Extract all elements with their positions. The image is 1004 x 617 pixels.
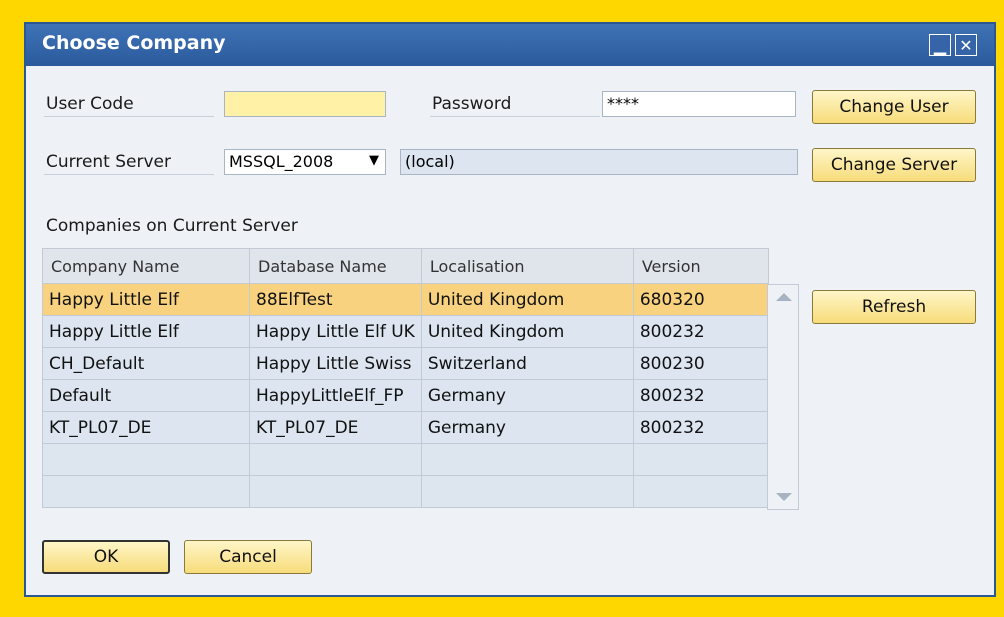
- cell-company-name: Happy Little Elf: [42, 283, 250, 316]
- cell-company-name: KT_PL07_DE: [42, 411, 250, 444]
- column-header[interactable]: Localisation: [420, 248, 634, 284]
- cell-version: 800232: [632, 315, 769, 348]
- refresh-button[interactable]: Refresh: [812, 290, 976, 324]
- cell-database-name: KT_PL07_DE: [249, 411, 422, 444]
- companies-section-label: Companies on Current Server: [46, 216, 298, 236]
- server-host-field: (local): [400, 149, 798, 175]
- cell-database-name: HappyLittleElf_FP: [249, 379, 422, 412]
- ok-button[interactable]: OK: [42, 540, 170, 574]
- close-icon[interactable]: ✕: [955, 34, 977, 56]
- cell-version: 800230: [632, 347, 769, 380]
- scroll-up-icon[interactable]: [776, 293, 792, 301]
- divider: [44, 174, 214, 175]
- divider: [430, 116, 600, 117]
- password-label: Password: [432, 94, 512, 114]
- table-row[interactable]: Happy Little Elf Happy Little Elf UK Uni…: [42, 315, 769, 348]
- column-header[interactable]: Version: [632, 248, 769, 284]
- cell-localisation: Germany: [420, 379, 634, 412]
- window-title: Choose Company: [42, 32, 226, 54]
- cell-version: 800232: [632, 411, 769, 444]
- minimize-icon[interactable]: ▁: [929, 34, 951, 56]
- cell-company-name: Default: [42, 379, 250, 412]
- scroll-down-icon[interactable]: [776, 493, 792, 501]
- cell-version: 680320: [632, 283, 769, 316]
- user-code-label: User Code: [46, 94, 134, 114]
- cell-company-name: Happy Little Elf: [42, 315, 250, 348]
- chevron-down-icon[interactable]: ▼: [369, 153, 379, 168]
- change-user-button[interactable]: Change User: [812, 90, 976, 124]
- change-server-button[interactable]: Change Server: [812, 148, 976, 182]
- cancel-button[interactable]: Cancel: [184, 540, 312, 574]
- divider: [44, 116, 214, 117]
- title-bar: Choose Company ▁ ✕: [26, 24, 994, 66]
- table-row[interactable]: Happy Little Elf 88ElfTest United Kingdo…: [42, 283, 769, 316]
- choose-company-dialog: Choose Company ▁ ✕ User Code Password **…: [24, 22, 996, 597]
- cell-localisation: Switzerland: [420, 347, 634, 380]
- empty-row: [42, 443, 769, 476]
- cell-company-name: CH_Default: [42, 347, 250, 380]
- companies-table: Company Name Database Name Localisation …: [42, 248, 769, 508]
- table-scrollbar[interactable]: [767, 284, 799, 510]
- table-row[interactable]: KT_PL07_DE KT_PL07_DE Germany 800232: [42, 411, 769, 444]
- cell-localisation: Germany: [420, 411, 634, 444]
- column-header[interactable]: Company Name: [42, 248, 250, 284]
- table-row[interactable]: CH_Default Happy Little Swiss Switzerlan…: [42, 347, 769, 380]
- cell-database-name: Happy Little Swiss: [249, 347, 422, 380]
- cell-database-name: 88ElfTest: [249, 283, 422, 316]
- cell-database-name: Happy Little Elf UK: [249, 315, 422, 348]
- cell-localisation: United Kingdom: [420, 283, 634, 316]
- current-server-label: Current Server: [46, 152, 172, 172]
- server-select[interactable]: MSSQL_2008 ▼: [224, 149, 386, 175]
- password-input[interactable]: ****: [602, 91, 796, 117]
- server-select-value: MSSQL_2008: [229, 152, 334, 171]
- empty-row: [42, 475, 769, 508]
- cell-version: 800232: [632, 379, 769, 412]
- table-row[interactable]: Default HappyLittleElf_FP Germany 800232: [42, 379, 769, 412]
- column-header[interactable]: Database Name: [249, 248, 422, 284]
- cell-localisation: United Kingdom: [420, 315, 634, 348]
- user-code-input[interactable]: [224, 91, 386, 117]
